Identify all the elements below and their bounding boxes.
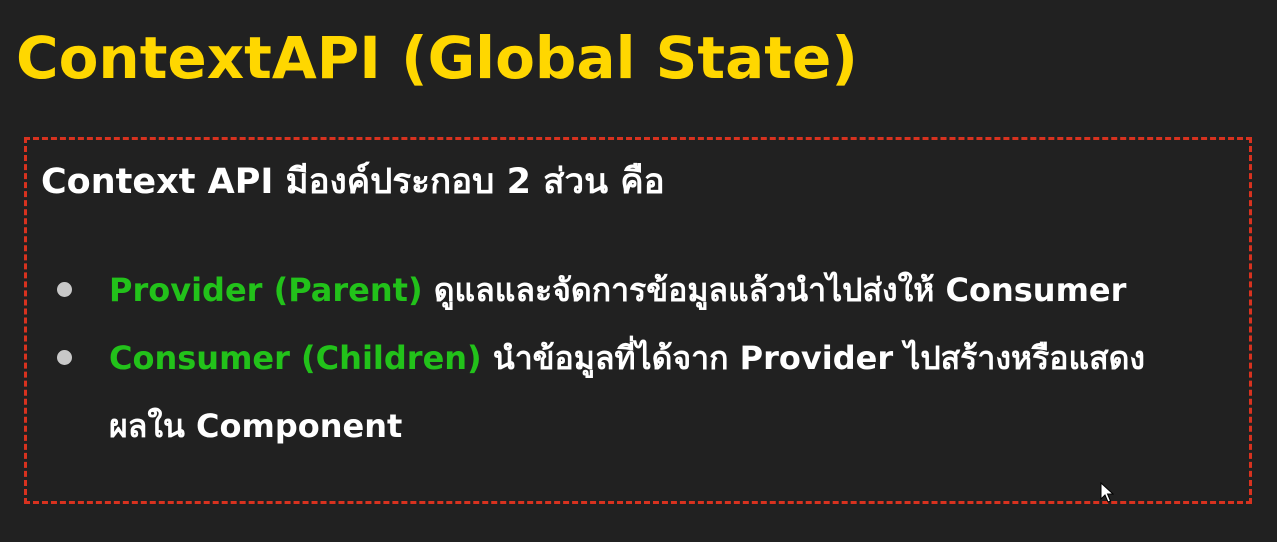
bullet-item-provider: Provider (Parent) ดูแลและจัดการข้อมูลแล้…	[27, 256, 1227, 324]
bullet-dot-icon	[57, 282, 72, 297]
term-provider: Provider (Parent)	[109, 271, 423, 309]
term-consumer: Consumer (Children)	[109, 339, 482, 377]
slide-title: ContextAPI (Global State)	[16, 24, 858, 92]
bullet-list: Provider (Parent) ดูแลและจัดการข้อมูลแล้…	[27, 256, 1227, 460]
description-provider: ดูแลและจัดการข้อมูลแล้วนำไปส่งให้ Consum…	[422, 271, 1127, 309]
subtitle: Context API มีองค์ประกอบ 2 ส่วน คือ	[41, 162, 665, 202]
bullet-dot-icon	[57, 350, 72, 365]
description-consumer: นำข้อมูลที่ได้จาก Provider ไปสร้างหรือแส…	[481, 339, 1146, 377]
slide-page: { "slide": { "title": "ContextAPI (Globa…	[0, 0, 1277, 542]
description-consumer-line2: ผลใน Component	[109, 407, 403, 445]
bullet-item-consumer: Consumer (Children) นำข้อมูลที่ได้จาก Pr…	[27, 324, 1227, 460]
content-box: Context API มีองค์ประกอบ 2 ส่วน คือ Prov…	[24, 137, 1252, 504]
mouse-pointer-icon	[1100, 482, 1114, 503]
